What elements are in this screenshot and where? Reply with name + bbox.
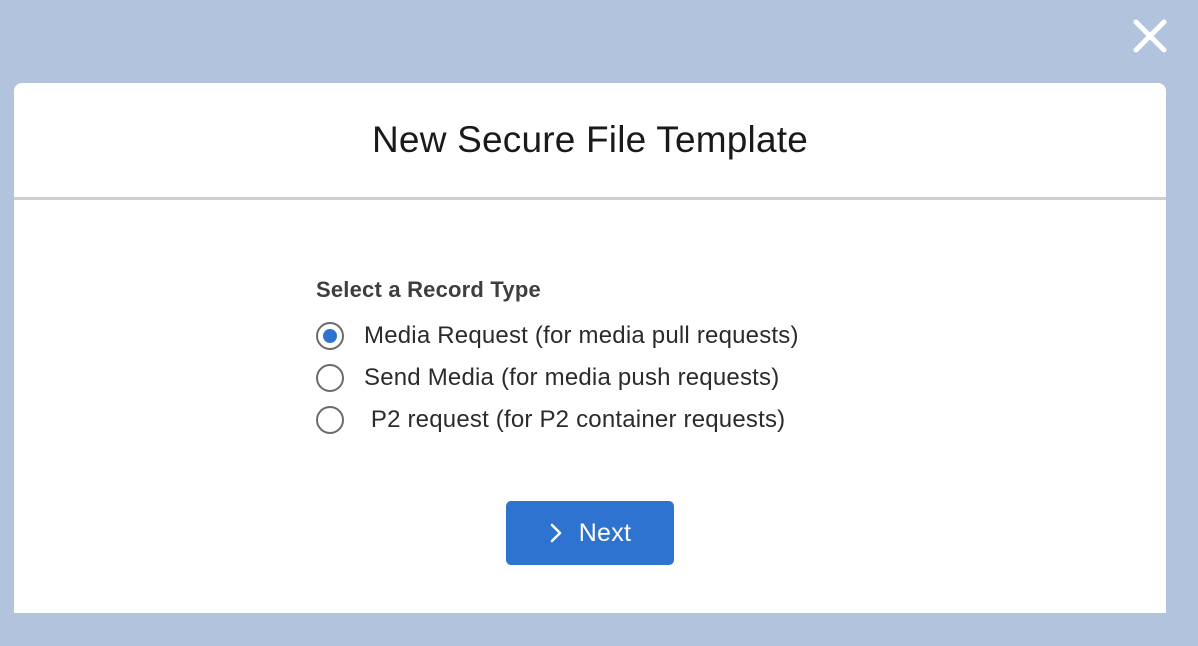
close-button[interactable] (1128, 14, 1172, 58)
radio-label-p2-request: P2 request (for P2 container requests) (364, 406, 786, 433)
record-type-label: Select a Record Type (316, 277, 541, 302)
modal-dialog: New Secure File Template Select a Record… (14, 83, 1166, 613)
next-button[interactable]: Next (506, 501, 674, 565)
radio-button-p2-request[interactable] (316, 406, 344, 434)
modal-body: Select a Record Type Media Request (for … (14, 200, 1166, 613)
radio-button-media-request[interactable] (316, 322, 344, 350)
radio-label-send-media: Send Media (for media push requests) (364, 364, 780, 391)
radio-option-media-request[interactable]: Media Request (for media pull requests) (316, 315, 799, 357)
radio-option-send-media[interactable]: Send Media (for media push requests) (316, 357, 799, 399)
radio-option-p2-request[interactable]: P2 request (for P2 container requests) (316, 399, 799, 441)
modal-header: New Secure File Template (14, 83, 1166, 200)
radio-button-send-media[interactable] (316, 364, 344, 392)
record-type-radio-group: Select a Record Type Media Request (for … (316, 277, 799, 441)
close-icon (1133, 19, 1167, 53)
modal-title: New Secure File Template (372, 119, 808, 160)
chevron-right-icon (549, 522, 563, 544)
next-button-label: Next (578, 518, 632, 547)
radio-label-media-request: Media Request (for media pull requests) (364, 322, 799, 349)
